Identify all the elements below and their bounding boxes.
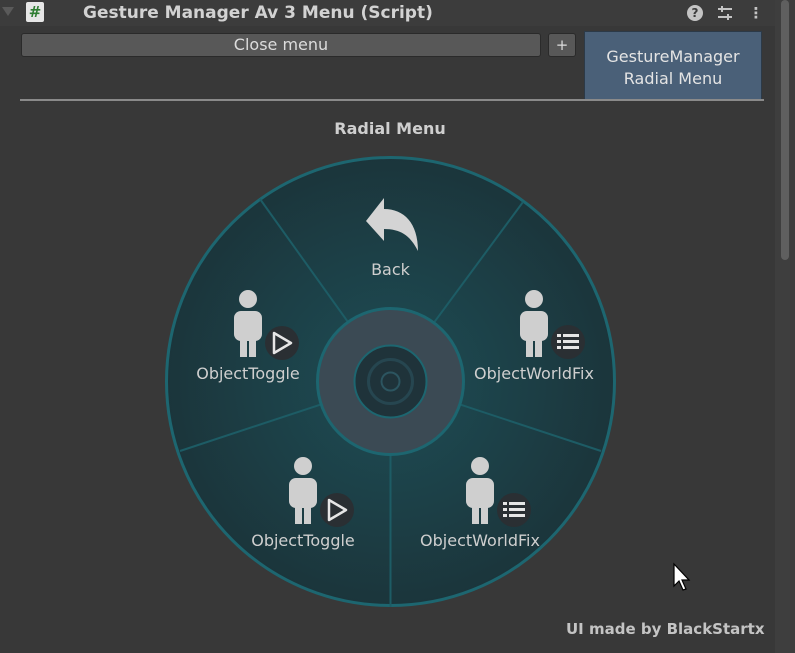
presets-icon[interactable]: [716, 4, 734, 22]
more-options-icon[interactable]: ⋮: [747, 4, 765, 22]
mouse-cursor-icon: [673, 562, 691, 591]
radial-item-label: Back: [371, 260, 411, 279]
tab-radial-menu[interactable]: GestureManager Radial Menu: [584, 31, 762, 100]
radial-item-label: ObjectToggle: [251, 531, 355, 550]
foldout-arrow-icon[interactable]: [2, 7, 14, 16]
toggle-play-icon: [265, 326, 299, 360]
radial-menu: Back ObjectWorldFix ObjectWorldFix Objec…: [165, 156, 616, 607]
divider: [20, 99, 764, 101]
close-menu-button[interactable]: Close menu: [21, 33, 541, 57]
toggle-play-icon: [320, 493, 354, 527]
radial-item-label: ObjectWorldFix: [474, 364, 594, 383]
center-knob-icon: [353, 344, 428, 419]
tab-label-line1: GestureManager: [606, 47, 740, 66]
add-button[interactable]: +: [548, 33, 576, 57]
component-header: # Gesture Manager Av 3 Menu (Script) ? ⋮: [0, 0, 775, 26]
help-icon[interactable]: ?: [687, 5, 703, 21]
component-title: Gesture Manager Av 3 Menu (Script): [83, 3, 433, 23]
radial-item-label: ObjectToggle: [196, 364, 300, 383]
script-icon: #: [26, 2, 44, 22]
sub-menu-list-icon: [551, 325, 585, 359]
radial-item-label: ObjectWorldFix: [420, 531, 540, 550]
sub-menu-list-icon: [497, 493, 531, 527]
section-title: Radial Menu: [334, 119, 446, 138]
credit-text: UI made by BlackStartx: [566, 620, 765, 638]
scrollbar-thumb[interactable]: [781, 0, 789, 260]
tab-label-line2: Radial Menu: [623, 69, 723, 88]
